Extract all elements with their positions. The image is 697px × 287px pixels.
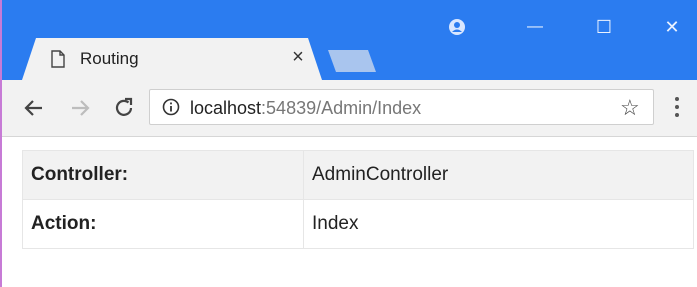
maximize-button[interactable]: ☐ (589, 14, 619, 40)
table-value-cell: Index (303, 199, 694, 249)
title-bar: Routing × — ☐ ✕ (2, 0, 697, 80)
forward-arrow-icon[interactable] (66, 94, 94, 122)
tab-title: Routing (80, 49, 139, 68)
address-bar[interactable]: localhost:54839/Admin/Index ☆ (149, 89, 654, 125)
document-icon (51, 50, 65, 68)
minimize-button[interactable]: — (520, 14, 550, 40)
back-arrow-icon[interactable] (20, 94, 48, 122)
route-info-table: Controller: AdminController Action: Inde… (22, 150, 694, 249)
table-row: Action: Index (22, 199, 694, 249)
table-key-cell: Controller: (22, 150, 304, 200)
table-row: Controller: AdminController (22, 150, 694, 200)
menu-dots-icon[interactable] (672, 93, 682, 123)
tab-routing[interactable]: Routing × (22, 38, 322, 80)
new-tab-button[interactable] (328, 50, 376, 72)
browser-toolbar: localhost:54839/Admin/Index ☆ (2, 80, 697, 137)
reload-icon[interactable] (110, 94, 138, 122)
profile-icon[interactable] (442, 14, 472, 40)
url-path: :54839/Admin/Index (261, 98, 422, 118)
url-host: localhost (190, 98, 262, 118)
table-key-cell: Action: (22, 199, 304, 249)
info-icon[interactable] (162, 98, 180, 116)
url-text[interactable]: localhost:54839/Admin/Index (190, 98, 421, 119)
close-window-button[interactable]: ✕ (657, 14, 687, 40)
star-icon[interactable]: ☆ (620, 95, 640, 121)
table-value-cell: AdminController (303, 150, 694, 200)
browser-window: Routing × — ☐ ✕ localhost:54839/Admin/In… (0, 0, 697, 287)
tab-close-icon[interactable]: × (288, 46, 308, 69)
